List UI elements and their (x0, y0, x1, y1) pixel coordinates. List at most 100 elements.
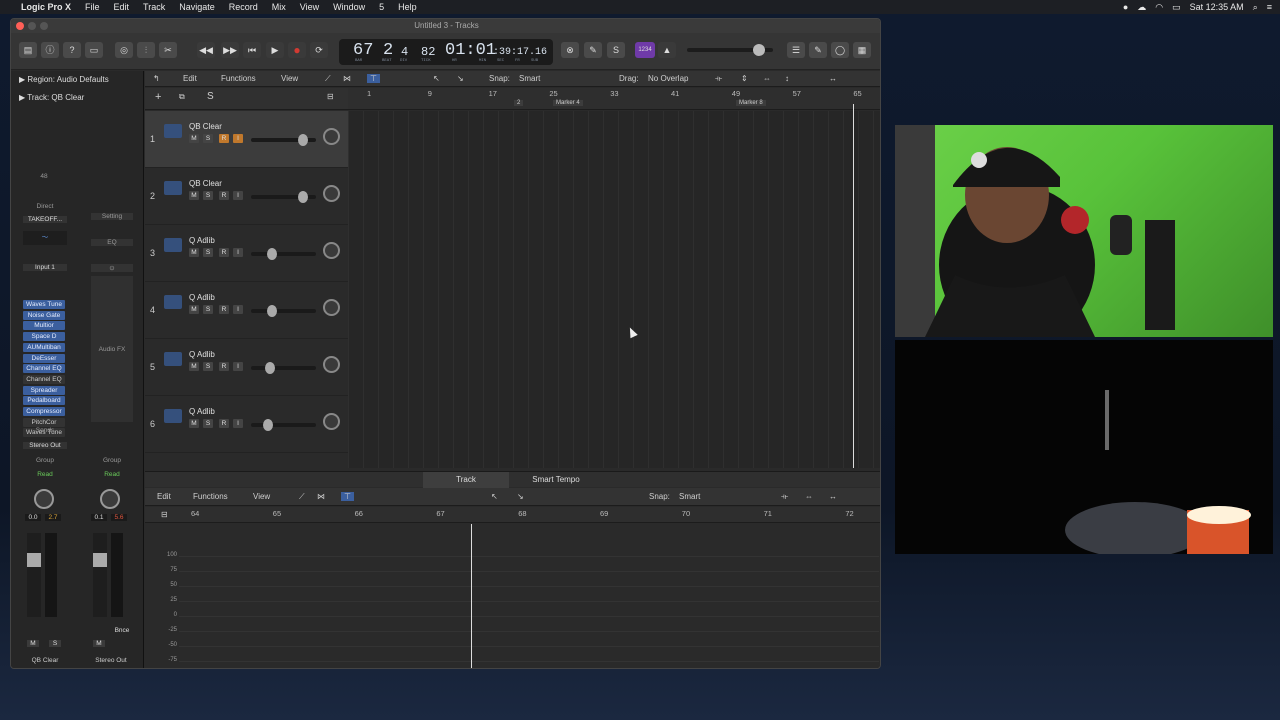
plugin-slot[interactable]: Waves Tune (23, 300, 65, 309)
track-header[interactable]: 2 QB Clear M S R I (145, 168, 348, 225)
track-pan-knob[interactable] (323, 356, 340, 373)
track-volume-thumb[interactable] (267, 248, 277, 260)
record-enable-button[interactable]: R (219, 305, 229, 314)
marker-label-small[interactable]: 2 (514, 100, 524, 106)
track-pan-knob[interactable] (323, 128, 340, 145)
marker-label[interactable]: Marker 4 (553, 100, 583, 106)
editors-icon[interactable]: ✂ (159, 42, 177, 58)
master-volume-thumb[interactable] (753, 44, 765, 56)
global-solo-icon[interactable]: S (207, 91, 214, 102)
track-name[interactable]: Q Adlib (189, 407, 215, 416)
group-slot-left[interactable]: Group (23, 457, 67, 464)
track-volume-thumb[interactable] (267, 305, 277, 317)
record-enable-button[interactable]: R (219, 419, 229, 428)
playhead[interactable] (853, 104, 854, 468)
back-arrow-icon[interactable]: ↰ (153, 74, 160, 83)
track-disclosure[interactable]: ▶ Track: QB Clear (19, 93, 84, 102)
menu-mix[interactable]: Mix (265, 2, 293, 12)
search-icon[interactable]: ⌕ (1253, 2, 1258, 13)
menu-record[interactable]: Record (222, 2, 265, 12)
menu-file[interactable]: File (78, 2, 107, 12)
automation-read-left[interactable]: Read (23, 471, 67, 478)
editor-flex-icon[interactable]: ⋈ (317, 492, 325, 501)
tab-smart-tempo[interactable]: Smart Tempo (511, 472, 601, 488)
pointer-tool-icon[interactable]: ↖ (433, 74, 440, 83)
track-name[interactable]: QB Clear (189, 179, 222, 188)
creative-cloud-icon[interactable]: ☁ (1137, 2, 1146, 13)
track-header[interactable]: 1 QB Clear M S R I (145, 111, 348, 168)
editor-area[interactable]: 1007550250-25-50-75-100 (145, 524, 880, 668)
metronome-icon[interactable]: ▲ (658, 42, 676, 58)
editor-snap-select[interactable]: Smart (679, 492, 700, 501)
menu-view[interactable]: View (293, 2, 326, 12)
bounce-button[interactable]: Bnce (111, 627, 133, 634)
track-volume-thumb[interactable] (263, 419, 273, 431)
editor-automation-icon[interactable]: ⟋ (299, 492, 305, 502)
tab-track[interactable]: Track (423, 472, 509, 488)
plugin-slot[interactable]: Compressor (23, 407, 65, 416)
track-volume-slider[interactable] (251, 305, 316, 317)
menu-list-icon[interactable]: ≡ (1267, 2, 1272, 12)
eq-button[interactable]: EQ (91, 239, 133, 246)
add-track-icon[interactable]: + (155, 91, 161, 103)
catch-icon[interactable]: ⊤ (367, 74, 380, 83)
quick-help-icon[interactable]: ? (63, 42, 81, 58)
editor-pointer-icon[interactable]: ↖ (491, 492, 498, 501)
list-editors-icon[interactable]: ☰ (787, 42, 805, 58)
setting-button[interactable]: Setting (91, 213, 133, 220)
track-volume-slider[interactable] (251, 419, 316, 431)
battery-icon[interactable]: ▭ (1172, 2, 1181, 13)
pan-knob-left[interactable] (34, 489, 54, 509)
output-slot[interactable]: Stereo Out (23, 442, 67, 449)
zoom-window-icon[interactable] (40, 22, 48, 30)
track-pan-knob[interactable] (323, 242, 340, 259)
fader-cap-right[interactable] (93, 553, 107, 567)
plugin-slot[interactable]: AUMultiban (23, 342, 65, 352)
link-icon[interactable]: ⊙ (91, 264, 133, 272)
track-header[interactable]: 4 Q Adlib M S R I (145, 282, 348, 339)
marker-label[interactable]: Marker 8 (736, 100, 766, 106)
fit-vertical-icon[interactable]: ⇕ (741, 74, 748, 83)
library-icon[interactable]: ▤ (19, 42, 37, 58)
track-pan-knob[interactable] (323, 413, 340, 430)
input-monitor-button[interactable]: I (233, 191, 243, 200)
functions-menu[interactable]: Functions (221, 74, 256, 83)
track-header[interactable]: 3 Q Adlib M S R I (145, 225, 348, 282)
takeoff-preset[interactable]: TAKEOFF... (23, 216, 67, 223)
record-enable-button[interactable]: R (219, 248, 229, 257)
automation-read-right[interactable]: Read (91, 471, 133, 478)
editor-fit-icon[interactable]: ⇔ (805, 492, 813, 501)
solo-button[interactable]: S (203, 134, 213, 143)
mute-button[interactable]: M (189, 362, 199, 371)
menu-navigate[interactable]: Navigate (172, 2, 222, 12)
edit-menu[interactable]: Edit (183, 74, 197, 83)
track-name[interactable]: Q Adlib (189, 293, 215, 302)
editor-zoom-icon[interactable]: ⟛ (781, 492, 788, 502)
input-monitor-button[interactable]: I (233, 362, 243, 371)
record-enable-button[interactable]: R (219, 362, 229, 371)
editor-edit-menu[interactable]: Edit (157, 492, 171, 501)
record-button[interactable]: ● (288, 42, 306, 58)
status-dot-icon[interactable]: ● (1123, 2, 1128, 12)
editor-pencil-icon[interactable]: ↘ (517, 492, 524, 501)
track-volume-thumb[interactable] (298, 191, 308, 203)
track-volume-slider[interactable] (251, 362, 316, 374)
plugin-slot[interactable]: Noise Gate (23, 310, 65, 320)
count-in-button[interactable]: 1234 (635, 42, 655, 58)
snap-select[interactable]: Smart (519, 74, 540, 83)
lcd-display[interactable]: 67 2 4 82 01:01 :39:17.16 BAR BEAT DIV T… (339, 39, 553, 65)
eq-thumbnail[interactable]: ～ (23, 231, 67, 245)
editor-playhead[interactable] (471, 524, 472, 668)
zoom-waveform-icon[interactable]: ⟛ (715, 74, 722, 84)
editor-ruler[interactable]: ⊟ 64 65 66 67 68 69 70 71 72 (145, 507, 880, 523)
plugin-slot[interactable]: Multior (23, 321, 65, 331)
track-volume-slider[interactable] (251, 191, 316, 203)
view-menu[interactable]: View (281, 74, 298, 83)
pencil-tool-icon[interactable]: ↘ (457, 74, 464, 83)
track-header[interactable]: 6 Q Adlib M S R I (145, 396, 348, 453)
vertical-zoom-icon[interactable]: ↕ (785, 74, 789, 83)
track-name[interactable]: Q Adlib (189, 350, 215, 359)
editor-collapse-icon[interactable]: ⊟ (161, 510, 168, 519)
mute-button-left[interactable]: M (27, 640, 39, 647)
solo-icon[interactable]: S (607, 42, 625, 58)
